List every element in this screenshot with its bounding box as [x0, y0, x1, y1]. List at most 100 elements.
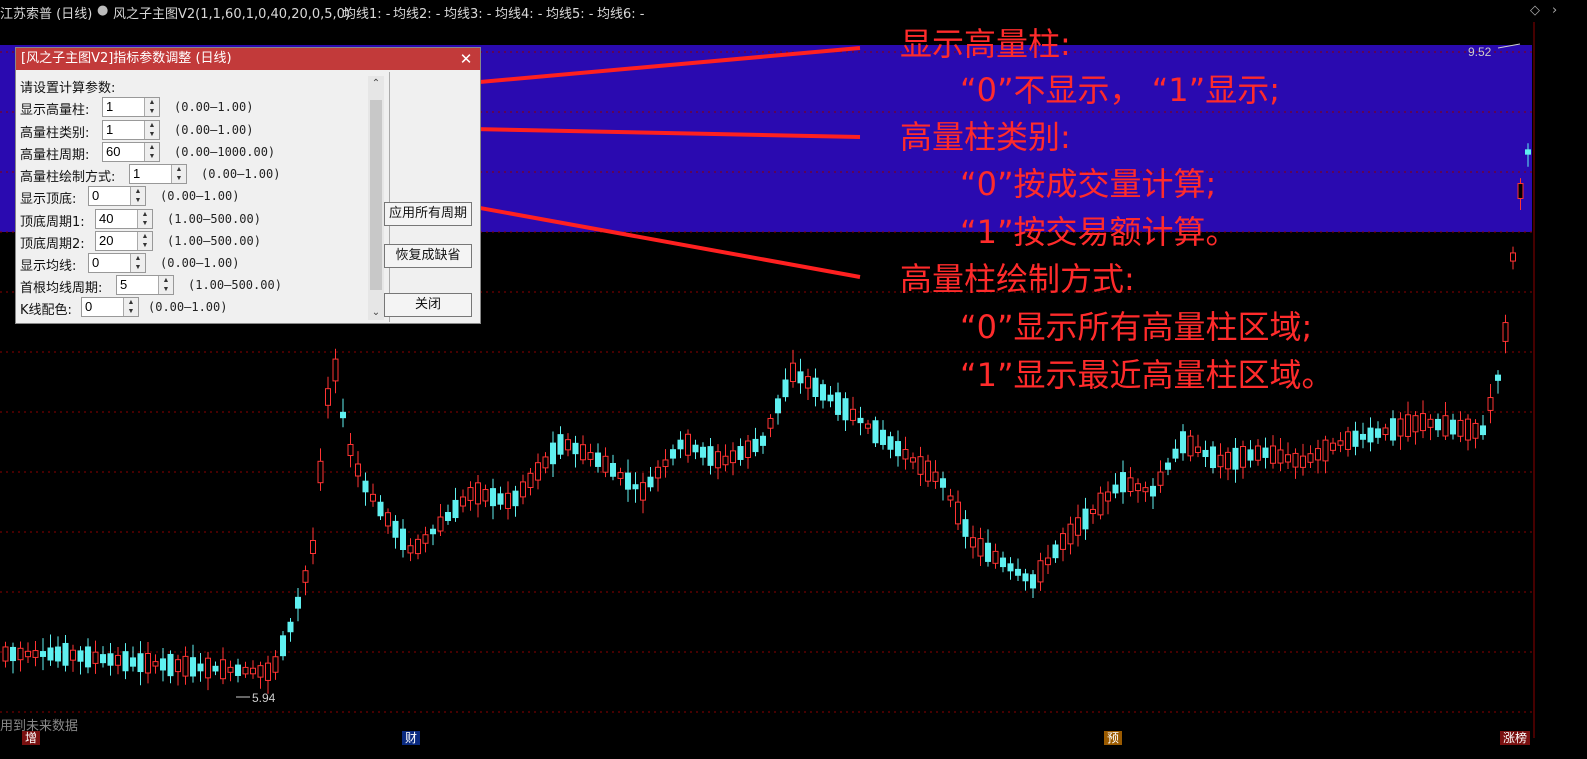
- candle-body: [1210, 446, 1216, 469]
- param-input-high-volume-period[interactable]: 60 ▲ ▼: [102, 142, 160, 162]
- dialog-prompt: 请设置计算参数:: [20, 81, 116, 96]
- candle-body: [805, 376, 811, 389]
- param-scrollbar[interactable]: ⌃ ⌄: [368, 76, 384, 320]
- param-range: (0.00—1.00): [174, 123, 254, 137]
- candle-body: [152, 661, 159, 667]
- diamond-icon[interactable]: ◇: [1530, 3, 1540, 18]
- close-icon[interactable]: ✕: [458, 48, 474, 70]
- candle-body: [55, 646, 61, 662]
- chevron-down-icon[interactable]: ⌄: [368, 307, 384, 318]
- spinner-icon[interactable]: ▲ ▼: [158, 276, 173, 294]
- spinner-icon[interactable]: ▲ ▼: [137, 210, 152, 228]
- param-input-first-ma-period[interactable]: 5 ▲ ▼: [116, 275, 174, 295]
- param-input-k-color[interactable]: 0 ▲ ▼: [81, 297, 139, 317]
- candle-body: [685, 433, 691, 456]
- candle-body: [752, 438, 759, 453]
- candle-body: [1262, 447, 1269, 458]
- candle-body: [1465, 418, 1471, 441]
- indicator-formula[interactable]: 风之子主图V2(1,1,60,1,0,40,20,0,5,0): [113, 3, 350, 22]
- chevron-up-icon[interactable]: ⌃: [368, 78, 384, 89]
- candle-body: [1435, 418, 1441, 431]
- candle-body: [1015, 568, 1021, 576]
- candle-body: [1427, 418, 1434, 428]
- param-input-draw-mode[interactable]: 1 ▲ ▼: [129, 164, 187, 184]
- candle-body: [1022, 573, 1029, 582]
- candle-body: [557, 434, 564, 455]
- candle-body: [107, 653, 114, 666]
- candle-body: [250, 667, 256, 675]
- candle-body: [947, 495, 954, 501]
- marker-yu[interactable]: 预: [1104, 731, 1123, 745]
- dialog-title[interactable]: [风之子主图V2]指标参数调整 (日线): [16, 48, 480, 70]
- candle-body: [1232, 447, 1239, 470]
- scrollbar-thumb[interactable]: [370, 100, 382, 290]
- spinner-icon[interactable]: ▲ ▼: [123, 298, 138, 316]
- param-label-show-ma: 显示均线:: [20, 259, 77, 274]
- spinner-icon[interactable]: ▲ ▼: [144, 143, 159, 161]
- spinner-icon[interactable]: ▲ ▼: [171, 165, 186, 183]
- candle-body: [1172, 448, 1179, 459]
- restore-default-button[interactable]: 恢复成缺省: [384, 244, 472, 268]
- candle-body: [212, 665, 219, 672]
- chevron-right-icon[interactable]: ›: [1552, 3, 1557, 18]
- candle-body: [1420, 413, 1426, 432]
- stock-title[interactable]: 江苏索普 (日线): [0, 3, 92, 22]
- candle-body: [835, 392, 841, 415]
- candle-body: [62, 642, 69, 666]
- param-range: (1.00—500.00): [167, 234, 261, 248]
- param-input-show-top-bottom[interactable]: 0 ▲ ▼: [88, 186, 146, 206]
- candle-body: [1157, 471, 1164, 486]
- marker-cai[interactable]: 财: [402, 731, 421, 745]
- candle-body: [745, 440, 751, 458]
- candle-body: [160, 658, 166, 671]
- candle-body: [1480, 425, 1486, 436]
- param-input-show-ma[interactable]: 0 ▲ ▼: [88, 253, 146, 273]
- annotation-type-volume: “0”按成交量计算;: [960, 165, 1217, 203]
- candle-body: [355, 463, 361, 477]
- param-input-top-bottom-period-2[interactable]: 20 ▲ ▼: [95, 231, 153, 251]
- candle-body: [1292, 452, 1299, 468]
- candle-body: [1442, 415, 1449, 437]
- candle-body: [1082, 508, 1089, 530]
- candle-body: [1195, 446, 1201, 453]
- low-price-label: 5.94: [252, 691, 276, 705]
- param-input-show-high-volume[interactable]: 1 ▲ ▼: [102, 97, 160, 117]
- param-range: (1.00—500.00): [188, 278, 282, 292]
- apply-all-periods-button[interactable]: 应用所有周期: [384, 202, 472, 226]
- candle-body: [1112, 484, 1119, 494]
- spinner-icon[interactable]: ▲ ▼: [137, 232, 152, 250]
- candle-body: [415, 538, 421, 555]
- annotation-mode-recent: “1”显示最近高量柱区域。: [960, 356, 1334, 394]
- param-range: (1.00—500.00): [167, 212, 261, 226]
- spinner-icon[interactable]: ▲ ▼: [130, 254, 145, 272]
- candle-body: [865, 423, 871, 429]
- candle-body: [925, 460, 931, 482]
- candle-body: [902, 449, 909, 460]
- candle-body: [715, 451, 721, 469]
- candle-body: [1187, 435, 1194, 457]
- parameter-dialog: [风之子主图V2]指标参数调整 (日线) ✕ 请设置计算参数: 显示高量柱: 1…: [15, 47, 481, 324]
- marker-zhangbang[interactable]: 涨榜: [1500, 731, 1531, 745]
- candle-body: [737, 446, 744, 460]
- candle-body: [400, 528, 406, 551]
- param-label-show-high-volume: 显示高量柱:: [20, 103, 90, 118]
- spinner-icon[interactable]: ▲ ▼: [144, 121, 159, 139]
- candle-body: [1510, 252, 1516, 262]
- close-button[interactable]: 关闭: [384, 293, 472, 317]
- candle-body: [1315, 448, 1321, 461]
- candle-body: [452, 499, 459, 519]
- candle-body: [1345, 431, 1351, 450]
- candle-body: [707, 446, 714, 466]
- marker-zeng[interactable]: 增: [22, 731, 41, 745]
- candle-body: [310, 540, 316, 554]
- param-input-top-bottom-period-1[interactable]: 40 ▲ ▼: [95, 209, 153, 229]
- ma-label-4: 均线4: -: [495, 7, 543, 22]
- spinner-icon[interactable]: ▲ ▼: [144, 98, 159, 116]
- candle-body: [1037, 560, 1044, 583]
- indicator-settings-icon[interactable]: ●: [97, 3, 108, 18]
- spinner-icon[interactable]: ▲ ▼: [130, 187, 145, 205]
- ma-label-3: 均线3: -: [444, 7, 492, 22]
- candle-body: [475, 482, 481, 505]
- param-input-high-volume-type[interactable]: 1 ▲ ▼: [102, 120, 160, 140]
- candle-body: [1330, 442, 1336, 451]
